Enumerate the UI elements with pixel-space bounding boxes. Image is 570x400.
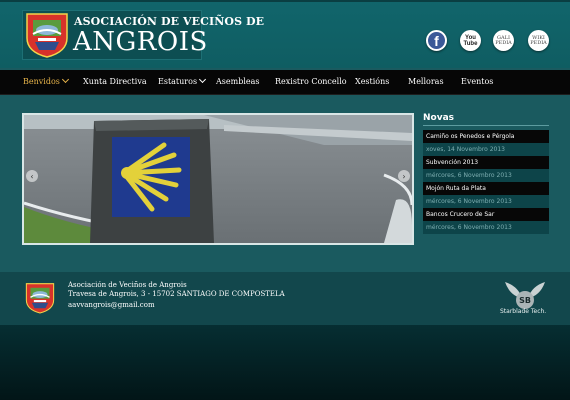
nav-label: Eventos [461,77,494,86]
footer-org: Asociación de Veciños de Angrois [68,281,187,289]
youtube-icon[interactable]: You Tube [460,30,481,51]
slide-image [24,115,412,243]
nav-item-estaturos[interactable]: Estaturos [158,75,207,86]
wikipedia-label: WIKI PEDIA [530,35,547,46]
nav-item-melloras[interactable]: Melloras [408,77,444,86]
main-nav: Benvidos Xunta Directiva Estaturos Asemb… [0,70,570,95]
news-panel: Novas Camiño os Penedos e Pérgola xoves,… [423,113,549,234]
site-logo[interactable]: ASOCIACIÓN DE VECIÑOS DE ANGROIS [22,10,264,60]
wikipedia-icon[interactable]: WIKI PEDIA [528,30,549,51]
nav-label: Xestións [355,77,390,86]
sb-mark: SB [519,296,531,305]
footer-contact: Asociación de Veciños de Angrois Travesa… [68,281,285,310]
galipedia-label-2: PEDIA [495,39,512,46]
nav-label: Xunta Directiva [83,77,147,86]
nav-label: Asembleas [216,77,260,86]
wikipedia-label-2: PEDIA [530,39,547,46]
chevron-down-icon [199,75,207,84]
nav-item-benvidos[interactable]: Benvidos [23,75,69,86]
nav-item-xunta-directiva[interactable]: Xunta Directiva [83,77,147,86]
galipedia-icon[interactable]: GALI PEDIA [493,30,514,51]
facebook-icon[interactable]: f [426,30,447,51]
facebook-label: f [434,32,439,49]
crest-icon [25,283,55,314]
news-heading: Novas [423,113,549,126]
crest-icon [26,13,68,58]
news-item-title[interactable]: Mojón Ruta da Plata [423,182,549,195]
youtube-label: You Tube [463,34,478,47]
news-item-title[interactable]: Subvención 2013 [423,156,549,169]
slider-next-icon[interactable]: › [398,170,410,182]
footer-email[interactable]: aavvangrois@gmail.com [68,301,285,310]
chevron-down-icon [61,75,69,84]
nav-label: Melloras [408,77,444,86]
news-item[interactable]: Bancos Crucero de Sar mércores, 6 Novemb… [423,208,549,234]
news-item-date: mércores, 6 Novembro 2013 [423,221,549,234]
news-item-title[interactable]: Bancos Crucero de Sar [423,208,549,221]
news-item-date: xoves, 14 Novembro 2013 [423,143,549,156]
news-item[interactable]: Subvención 2013 mércores, 6 Novembro 201… [423,156,549,182]
nav-item-xestions[interactable]: Xestións [355,77,389,86]
news-item[interactable]: Mojón Ruta da Plata mércores, 6 Novembro… [423,182,549,208]
nav-label: Rexistro Concello [275,77,347,86]
site-header: ASOCIACIÓN DE VECIÑOS DE ANGROIS f You T… [0,0,570,68]
nav-item-eventos[interactable]: Eventos [461,77,493,86]
site-footer: Asociación de Veciños de Angrois Travesa… [0,272,570,325]
nav-item-asembleas[interactable]: Asembleas [216,77,260,86]
news-item-date: mércores, 6 Novembro 2013 [423,195,549,208]
nav-item-rexistro-concello[interactable]: Rexistro Concello [275,77,347,86]
logo-title: ANGROIS [73,27,208,57]
news-item[interactable]: Camiño os Penedos e Pérgola xoves, 14 No… [423,130,549,156]
galipedia-label: GALI PEDIA [495,35,512,46]
news-item-title[interactable]: Camiño os Penedos e Pérgola [423,130,549,143]
image-slider[interactable]: ‹ › [22,113,414,245]
page-bottom [0,325,570,400]
nav-label: Estaturos [158,77,198,86]
footer-address: Travesa de Angrois, 3 - 15702 SANTIAGO D… [68,290,285,298]
nav-label: Benvidos [23,77,60,86]
news-item-date: mércores, 6 Novembro 2013 [423,169,549,182]
footer-credit: Starblade Tech. [500,308,547,315]
slider-prev-icon[interactable]: ‹ [26,170,38,182]
